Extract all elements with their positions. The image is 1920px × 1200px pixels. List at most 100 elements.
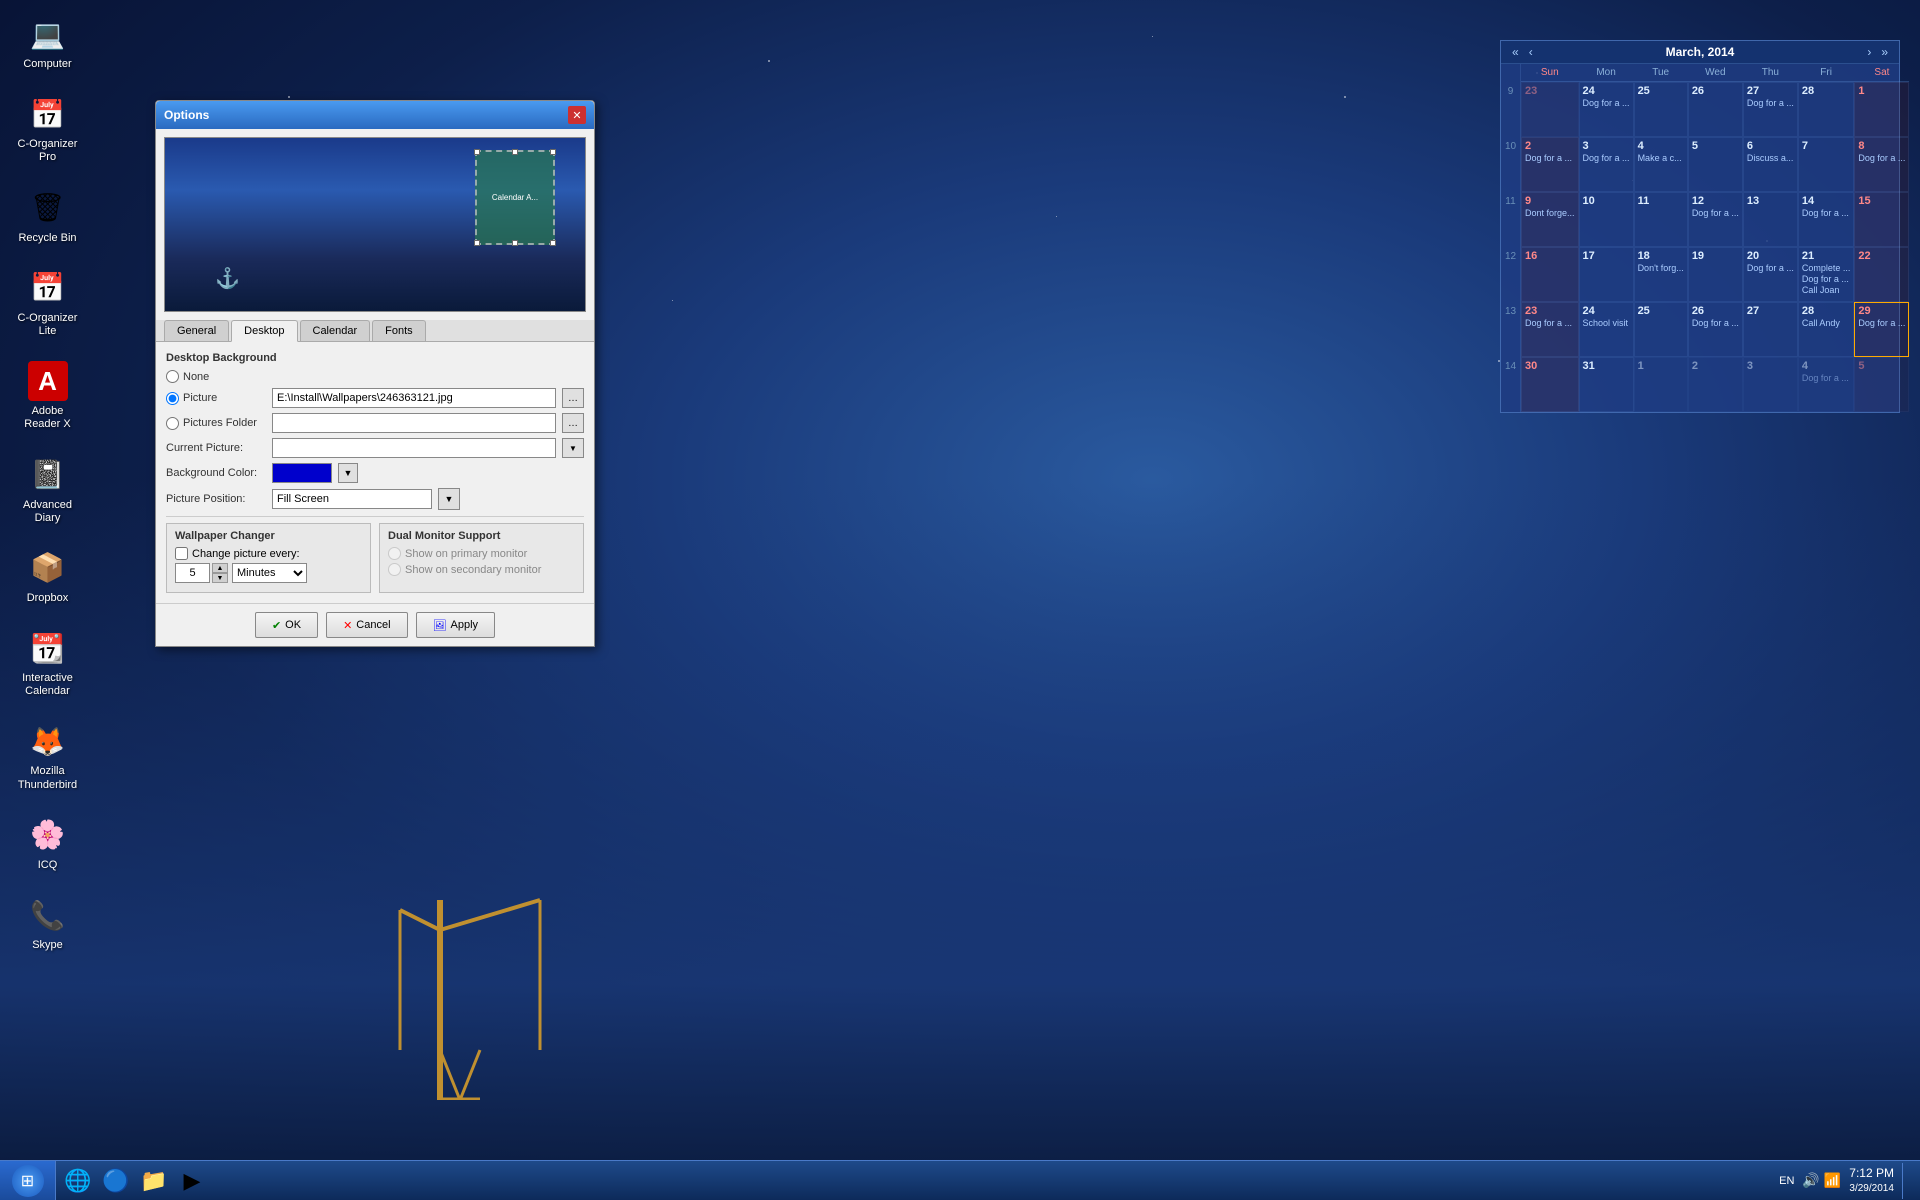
dual-monitor-panel: Dual Monitor Support Show on primary mon… xyxy=(379,523,584,593)
form-row-bg-color: Background Color: ▼ xyxy=(166,463,584,483)
taskbar-right: EN 🔊 📶 7:12 PM 3/29/2014 xyxy=(1765,1163,1920,1199)
spinner-value-input[interactable] xyxy=(175,563,210,583)
resize-handle-t[interactable] xyxy=(512,149,518,155)
radio-pictures-folder-text: Pictures Folder xyxy=(183,417,257,429)
cancel-label: Cancel xyxy=(356,619,390,631)
dialog-tabs: General Desktop Calendar Fonts xyxy=(156,320,594,342)
cancel-button[interactable]: ✕ Cancel xyxy=(326,612,407,638)
form-row-picture-position: Picture Position: ▼ xyxy=(166,488,584,510)
wallpaper-changer-title: Wallpaper Changer xyxy=(175,530,362,542)
primary-monitor-row: Show on primary monitor xyxy=(388,547,575,560)
tray-network-icon[interactable]: 📶 xyxy=(1824,1172,1841,1189)
time-spinner: ▲ ▼ xyxy=(175,563,228,583)
picture-position-dropdown[interactable]: ▼ xyxy=(438,488,460,510)
radio-pictures-folder[interactable] xyxy=(166,417,179,430)
start-orb-icon: ⊞ xyxy=(12,1165,44,1197)
cancel-x-icon: ✕ xyxy=(343,619,352,632)
taskbar-ie-icon[interactable]: 🌐 xyxy=(60,1163,96,1199)
radio-secondary-monitor[interactable] xyxy=(388,563,401,576)
form-row-none: None xyxy=(166,370,584,383)
preview-crane: ⚓ xyxy=(215,266,240,291)
clock-date: 3/29/2014 xyxy=(1849,1182,1894,1195)
dialog-title: Options xyxy=(164,108,209,122)
secondary-monitor-label[interactable]: Show on secondary monitor xyxy=(388,563,541,576)
section-title-desktop-bg: Desktop Background xyxy=(166,352,584,364)
ok-label: OK xyxy=(285,619,301,631)
resize-handle-br[interactable] xyxy=(550,240,556,246)
taskbar-chrome-icon[interactable]: 🔵 xyxy=(98,1163,134,1199)
taskbar-media-icon[interactable]: ▶ xyxy=(174,1163,210,1199)
pictures-folder-input[interactable] xyxy=(272,413,556,433)
dialog-buttons: ✔ OK ✕ Cancel 🖼 Apply xyxy=(156,603,594,646)
picture-path-input[interactable] xyxy=(272,388,556,408)
form-row-picture: Picture … xyxy=(166,388,584,408)
radio-pictures-folder-label[interactable]: Pictures Folder xyxy=(166,417,266,430)
preview-calendar-label: Calendar A... xyxy=(492,193,538,202)
radio-picture-label[interactable]: Picture xyxy=(166,392,266,405)
picture-position-label: Picture Position: xyxy=(166,493,266,505)
current-picture-input[interactable] xyxy=(272,438,556,458)
bg-color-dropdown[interactable]: ▼ xyxy=(338,463,358,483)
taskbar-folder-icon[interactable]: 📁 xyxy=(136,1163,172,1199)
spinner-down[interactable]: ▼ xyxy=(212,573,228,583)
change-every-row: Change picture every: xyxy=(175,547,362,560)
radio-picture-text: Picture xyxy=(183,392,217,404)
radio-none-label[interactable]: None xyxy=(166,370,209,383)
bg-color-box[interactable] xyxy=(272,463,332,483)
primary-monitor-text: Show on primary monitor xyxy=(405,548,527,560)
current-picture-label: Current Picture: xyxy=(166,442,266,454)
secondary-monitor-text: Show on secondary monitor xyxy=(405,564,541,576)
picture-position-input[interactable] xyxy=(272,489,432,509)
change-every-checkbox[interactable] xyxy=(175,547,188,560)
divider-1 xyxy=(166,516,584,517)
taskbar-clock[interactable]: 7:12 PM 3/29/2014 xyxy=(1849,1166,1894,1195)
current-picture-dropdown[interactable]: ▼ xyxy=(562,438,584,458)
spinner-row: ▲ ▼ Minutes Hours Seconds xyxy=(175,563,362,583)
browse-folder-button[interactable]: … xyxy=(562,413,584,433)
browse-picture-button[interactable]: … xyxy=(562,388,584,408)
bg-color-label: Background Color: xyxy=(166,467,266,479)
dialog-overlay: Options ✕ Calendar A... ⚓ xyxy=(0,0,1920,1200)
apply-icon: 🖼 xyxy=(433,619,447,632)
taskbar-items: 🌐 🔵 📁 ▶ xyxy=(56,1161,214,1200)
taskbar: ⊞ 🌐 🔵 📁 ▶ EN 🔊 📶 7:12 PM 3 xyxy=(0,1160,1920,1200)
spinner-arrows: ▲ ▼ xyxy=(212,563,228,583)
preview-calendar-box[interactable]: Calendar A... xyxy=(475,150,555,245)
form-row-current-picture: Current Picture: ▼ xyxy=(166,438,584,458)
tab-fonts[interactable]: Fonts xyxy=(372,320,426,341)
apply-button[interactable]: 🖼 Apply xyxy=(416,612,496,638)
apply-label: Apply xyxy=(451,619,479,631)
dialog-titlebar: Options ✕ xyxy=(156,101,594,129)
tray-volume-icon[interactable]: 🔊 xyxy=(1802,1172,1819,1189)
radio-picture[interactable] xyxy=(166,392,179,405)
unit-select[interactable]: Minutes Hours Seconds xyxy=(232,563,307,583)
start-button[interactable]: ⊞ xyxy=(0,1161,56,1200)
radio-none-text: None xyxy=(183,371,209,383)
resize-handle-bl[interactable] xyxy=(474,240,480,246)
dialog-tab-content: Desktop Background None Picture … xyxy=(156,342,594,603)
secondary-monitor-row: Show on secondary monitor xyxy=(388,563,575,576)
tab-calendar[interactable]: Calendar xyxy=(300,320,371,341)
options-dialog: Options ✕ Calendar A... ⚓ xyxy=(155,100,595,647)
radio-primary-monitor[interactable] xyxy=(388,547,401,560)
dual-panel: Wallpaper Changer Change picture every: … xyxy=(166,523,584,593)
form-row-pictures-folder: Pictures Folder … xyxy=(166,413,584,433)
dialog-close-button[interactable]: ✕ xyxy=(568,106,586,124)
clock-time: 7:12 PM xyxy=(1849,1166,1894,1182)
resize-handle-tr[interactable] xyxy=(550,149,556,155)
dialog-preview: Calendar A... ⚓ xyxy=(164,137,586,312)
dual-monitor-title: Dual Monitor Support xyxy=(388,530,575,542)
radio-none[interactable] xyxy=(166,370,179,383)
show-desktop-button[interactable] xyxy=(1902,1163,1910,1199)
change-every-label: Change picture every: xyxy=(192,548,300,560)
spinner-up[interactable]: ▲ xyxy=(212,563,228,573)
resize-handle-tl[interactable] xyxy=(474,149,480,155)
tab-desktop[interactable]: Desktop xyxy=(231,320,297,342)
desktop: 💻 Computer 📅 C-Organizer Pro 🗑 Recycle B… xyxy=(0,0,1920,1200)
primary-monitor-label[interactable]: Show on primary monitor xyxy=(388,547,527,560)
resize-handle-b[interactable] xyxy=(512,240,518,246)
system-tray: EN 🔊 📶 xyxy=(1775,1172,1841,1189)
tab-general[interactable]: General xyxy=(164,320,229,341)
tray-lang[interactable]: EN xyxy=(1775,1175,1798,1187)
ok-button[interactable]: ✔ OK xyxy=(255,612,318,638)
